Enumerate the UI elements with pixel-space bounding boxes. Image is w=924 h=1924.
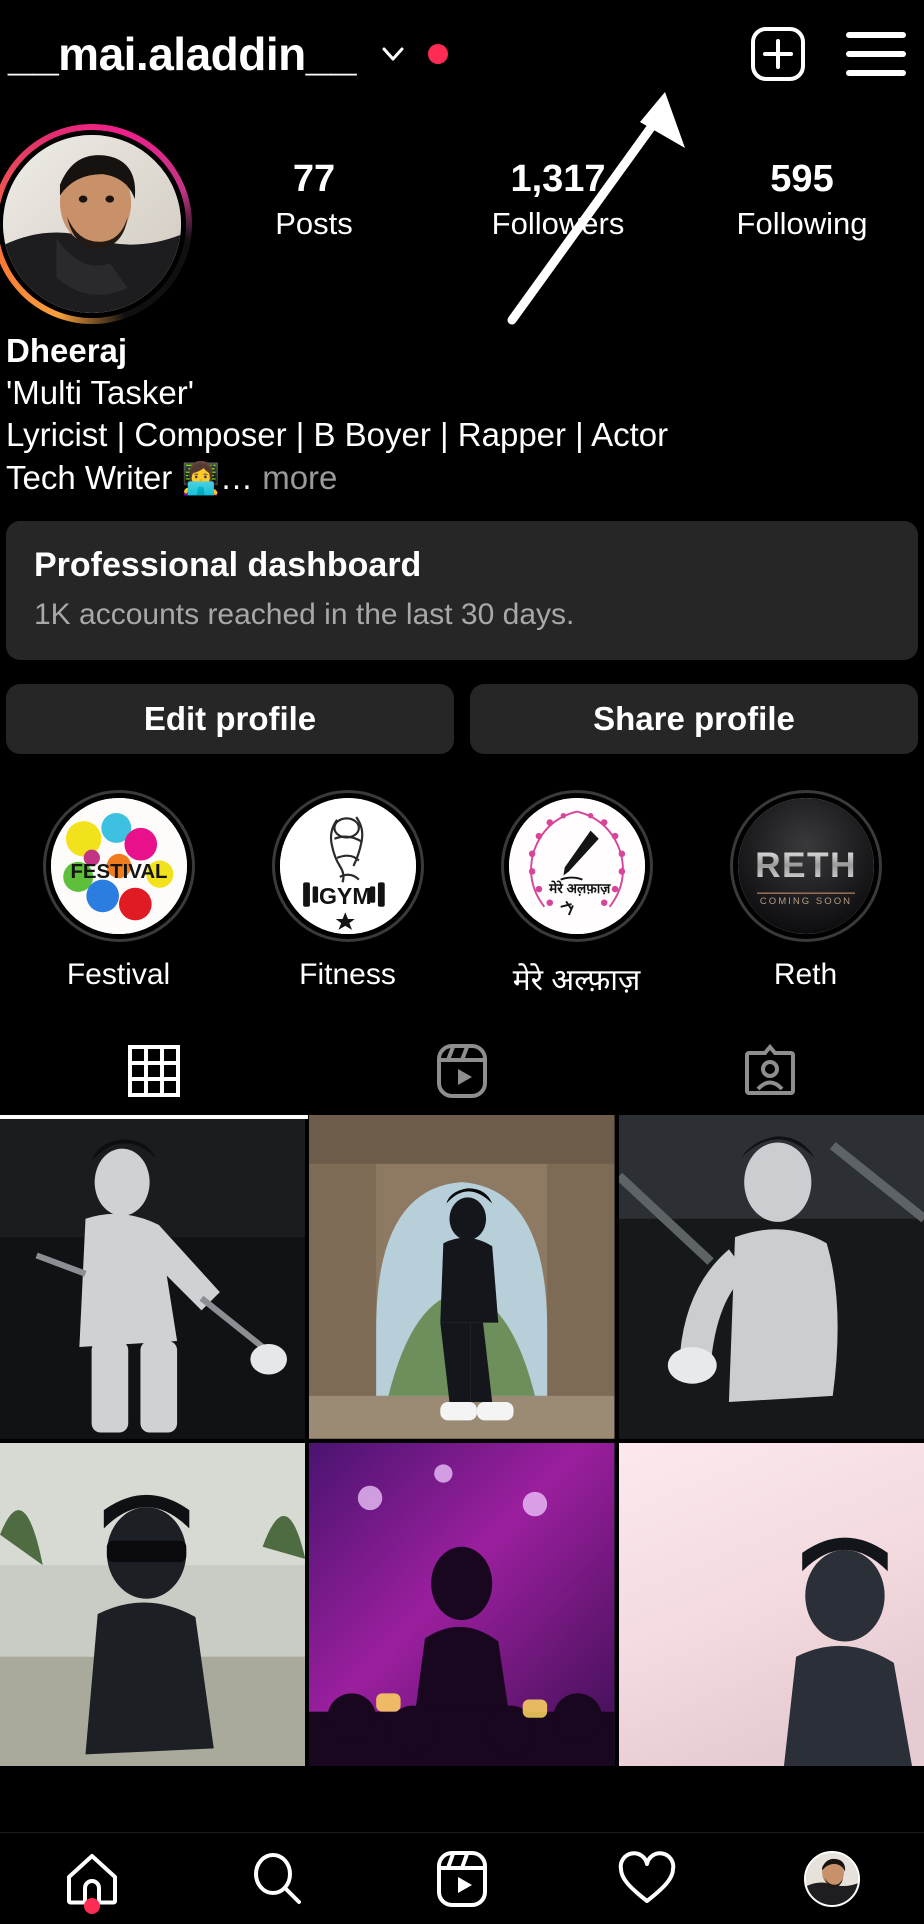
active-tab-indicator <box>0 1115 308 1119</box>
festival-paint-splatter-cover-icon: FESTIVAL <box>51 798 187 934</box>
avatar-image <box>3 135 181 313</box>
nav-profile[interactable] <box>739 1833 924 1924</box>
reels-icon <box>435 1042 489 1100</box>
burger-line-2 <box>846 51 906 57</box>
story-ring <box>0 124 192 324</box>
post-purple-stage-crowd-icon <box>309 1443 614 1767</box>
highlight-reth[interactable]: RETH COMING SOON Reth <box>691 790 920 999</box>
bio-line-4: Tech Writer 👩‍💻… more <box>6 457 914 499</box>
stat-posts[interactable]: 77 Posts <box>192 158 436 244</box>
red-dot-icon <box>428 44 448 64</box>
alfaaz-cover-text: मेरे अल़फ़ाज़ <box>548 880 611 896</box>
profile-avatar[interactable] <box>0 124 192 324</box>
profile-stats: 77 Posts 1,317 Followers 595 Following <box>192 124 924 244</box>
profile-bio: Dheeraj 'Multi Tasker' Lyricist | Compos… <box>0 324 924 499</box>
share-profile-button[interactable]: Share profile <box>470 684 918 754</box>
bio-line-3: Lyricist | Composer | B Boyer | Rapper |… <box>6 414 914 456</box>
grid-post[interactable] <box>619 1443 924 1767</box>
nav-reels[interactable] <box>370 1833 555 1924</box>
grid-post[interactable] <box>619 1115 924 1439</box>
account-username[interactable]: __mai.aladdin__ <box>8 27 356 81</box>
edit-profile-button[interactable]: Edit profile <box>6 684 454 754</box>
tab-tagged[interactable] <box>616 1029 924 1113</box>
grid-post[interactable] <box>0 1115 305 1439</box>
stat-following[interactable]: 595 Following <box>680 158 924 244</box>
posts-grid <box>0 1115 924 1766</box>
story-highlights-row: FESTIVAL Festival <box>0 790 924 999</box>
bio-line-2: 'Multi Tasker' <box>6 372 914 414</box>
dashboard-subtitle: 1K accounts reached in the last 30 days. <box>34 595 890 634</box>
profile-content-tabs <box>0 1029 924 1113</box>
highlight-label: Festival <box>67 958 170 992</box>
grid-post[interactable] <box>0 1443 305 1767</box>
reth-cover-title: RETH <box>755 846 857 885</box>
burger-line-3 <box>846 70 906 76</box>
profile-header: __mai.aladdin__ <box>0 0 924 108</box>
tagged-person-icon <box>743 1043 797 1099</box>
nav-search[interactable] <box>185 1833 370 1924</box>
reth-coming-soon-cover-icon: RETH COMING SOON <box>738 798 874 934</box>
bottom-navigation-bar <box>0 1832 924 1924</box>
bio-ellipsis: … <box>220 459 262 496</box>
following-count: 595 <box>680 158 924 202</box>
gym-cover-text: GYM <box>318 883 371 909</box>
post-bw-performer-mic-icon <box>0 1115 305 1439</box>
highlight-ring: मेरे अल़फ़ाज़ <box>501 790 653 942</box>
profile-action-buttons: Edit profile Share profile <box>6 684 918 754</box>
highlight-ring: RETH COMING SOON <box>730 790 882 942</box>
profile-avatar-icon <box>804 1851 860 1907</box>
post-light-pink-portrait-icon <box>619 1443 924 1767</box>
highlight-label: मेरे अल्फ़ाज़ <box>513 958 641 999</box>
highlight-ring: FESTIVAL <box>43 790 195 942</box>
technologist-emoji-icon: 👩‍💻 <box>181 461 220 496</box>
heart-icon <box>617 1851 677 1907</box>
grid-icon <box>127 1044 181 1098</box>
post-man-sunglasses-outdoor-icon <box>0 1443 305 1767</box>
following-label: Following <box>680 204 924 244</box>
bio-line-4-text: Tech Writer <box>6 459 181 496</box>
burger-line-1 <box>846 32 906 38</box>
gym-muscle-dumbbell-cover-icon: GYM <box>280 798 416 934</box>
reth-cover-subtitle: COMING SOON <box>759 896 851 907</box>
highlight-ring: GYM <box>272 790 424 942</box>
highlight-label: Reth <box>774 958 837 992</box>
posts-grid-wrapper <box>0 1115 924 1766</box>
tab-reels[interactable] <box>308 1029 616 1113</box>
nav-home[interactable] <box>0 1833 185 1924</box>
story-ring-inner <box>0 130 186 318</box>
nav-activity[interactable] <box>554 1833 739 1924</box>
followers-count: 1,317 <box>436 158 680 202</box>
highlight-festival[interactable]: FESTIVAL Festival <box>4 790 233 999</box>
highlight-label: Fitness <box>299 958 396 992</box>
plus-square-icon[interactable] <box>750 26 806 82</box>
chevron-down-icon[interactable] <box>378 39 408 69</box>
profile-summary-row: 77 Posts 1,317 Followers 595 Following <box>0 108 924 324</box>
search-icon <box>248 1850 306 1908</box>
pen-floral-wreath-cover-icon: मेरे अल़फ़ाज़ <box>509 798 645 934</box>
highlight-fitness[interactable]: GYM Fitness <box>233 790 462 999</box>
post-bw-gym-flex-icon <box>619 1115 924 1439</box>
dashboard-title: Professional dashboard <box>34 543 890 587</box>
grid-post[interactable] <box>309 1115 614 1439</box>
posts-count: 77 <box>192 158 436 202</box>
tab-grid[interactable] <box>0 1029 308 1113</box>
display-name: Dheeraj <box>6 330 914 372</box>
stat-followers[interactable]: 1,317 Followers <box>436 158 680 244</box>
grid-post[interactable] <box>309 1443 614 1767</box>
followers-label: Followers <box>436 204 680 244</box>
posts-label: Posts <box>192 204 436 244</box>
professional-dashboard-card[interactable]: Professional dashboard 1K accounts reach… <box>6 521 918 660</box>
hamburger-menu-icon[interactable] <box>846 32 906 76</box>
highlight-mere-alfaaz[interactable]: मेरे अल़फ़ाज़ मेरे अल्फ़ाज़ <box>462 790 691 999</box>
festival-cover-text: FESTIVAL <box>70 861 167 883</box>
bio-more-link[interactable]: more <box>262 459 337 496</box>
post-man-temple-arch-icon <box>309 1115 614 1439</box>
instagram-profile-screen: __mai.aladdin__ <box>0 0 924 1924</box>
home-badge-dot <box>84 1898 100 1914</box>
reels-icon <box>435 1849 489 1909</box>
